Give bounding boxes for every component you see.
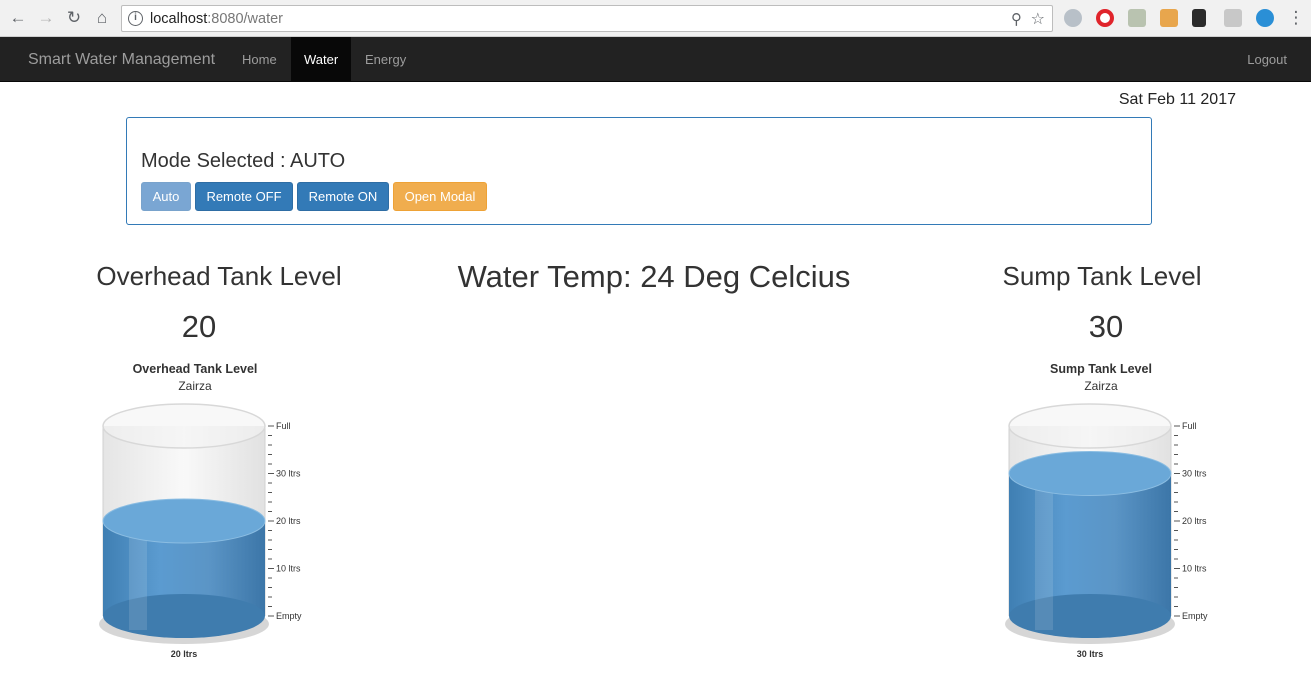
water-temp: Water Temp: 24 Deg Celcius bbox=[457, 259, 851, 294]
sump-heading: Sump Tank Level bbox=[1002, 261, 1202, 291]
nav-home[interactable]: Home bbox=[229, 37, 290, 82]
url-host: localhost bbox=[150, 11, 208, 27]
scale-label-10: 10 ltrs bbox=[276, 564, 301, 574]
back-icon[interactable]: ← bbox=[8, 8, 28, 28]
mode-label: Mode Selected : AUTO bbox=[141, 150, 346, 172]
tank-value-label: 30 ltrs bbox=[1077, 649, 1104, 659]
tank-water-surface bbox=[102, 498, 266, 544]
scale-label-full: Full bbox=[276, 421, 291, 431]
bookmark-star-icon[interactable]: ☆ bbox=[1031, 9, 1045, 29]
home-icon[interactable]: ⌂ bbox=[92, 8, 112, 28]
extension-satellite-icon[interactable] bbox=[1064, 9, 1082, 27]
scale-label-20: 20 ltrs bbox=[276, 516, 301, 526]
overhead-tank-svg: Empty 10 ltrs 20 ltrs 30 ltrs Full 20 ltrs bbox=[99, 403, 302, 659]
logout-link[interactable]: Logout bbox=[1247, 37, 1287, 82]
url-text: localhost:8080/water bbox=[150, 11, 283, 27]
extension-swirl-icon[interactable] bbox=[1256, 9, 1274, 27]
overhead-tank-gauge: Overhead Tank Level Zairza Empty 10 ltrs 2… bbox=[85, 360, 305, 665]
extension-briefcase-icon[interactable] bbox=[1224, 9, 1242, 27]
brand[interactable]: Smart Water Management bbox=[28, 51, 215, 69]
tank-water-bottom bbox=[1009, 594, 1171, 638]
sump-tank-gauge: Sump Tank Level Zairza Empty 10 ltrs 20 lt… bbox=[991, 360, 1211, 665]
remote-off-button[interactable]: Remote OFF bbox=[195, 182, 293, 211]
forward-icon[interactable]: → bbox=[36, 8, 56, 28]
nav-water[interactable]: Water bbox=[291, 37, 352, 82]
android-icon[interactable] bbox=[1128, 9, 1146, 27]
scale-label-empty: Empty bbox=[276, 611, 302, 621]
scale-label-30: 30 ltrs bbox=[1182, 469, 1207, 479]
zoom-icon[interactable]: ⚲ bbox=[1011, 10, 1022, 28]
overhead-value: 20 bbox=[181, 309, 217, 344]
extension-face-icon[interactable] bbox=[1160, 9, 1178, 27]
tank-rim bbox=[1008, 403, 1172, 449]
tank-water-surface bbox=[1008, 451, 1172, 496]
current-date: Sat Feb 11 2017 bbox=[1118, 91, 1236, 108]
tank-water-bottom bbox=[103, 594, 265, 638]
opera-icon[interactable] bbox=[1096, 9, 1114, 27]
scale-label-10: 10 ltrs bbox=[1182, 564, 1207, 574]
info-icon[interactable]: i bbox=[128, 11, 143, 26]
mode-panel: Mode Selected : AUTO Auto Remote OFF Rem… bbox=[126, 117, 1152, 225]
open-modal-button[interactable]: Open Modal bbox=[393, 182, 487, 211]
address-bar[interactable]: i localhost:8080/water ⚲ ☆ bbox=[121, 5, 1053, 32]
scale-label-empty: Empty bbox=[1182, 611, 1208, 621]
tank-value-label: 20 ltrs bbox=[171, 649, 198, 659]
tank-rim bbox=[102, 403, 266, 449]
overhead-heading: Overhead Tank Level bbox=[96, 261, 342, 291]
remote-on-button[interactable]: Remote ON bbox=[297, 182, 389, 211]
sump-tank-svg: Empty 10 ltrs 20 ltrs 30 ltrs Full 30 ltrs bbox=[1005, 403, 1208, 659]
nav-energy[interactable]: Energy bbox=[352, 37, 419, 82]
app-navbar: Smart Water Management Home Water Energy… bbox=[0, 37, 1311, 82]
scale-label-20: 20 ltrs bbox=[1182, 516, 1207, 526]
menu-icon[interactable]: ⋮ bbox=[1286, 8, 1306, 28]
scale-label-full: Full bbox=[1182, 421, 1197, 431]
browser-toolbar: ← → ↻ ⌂ i localhost:8080/water ⚲ ☆ ⋮ bbox=[0, 0, 1311, 37]
url-path: :8080/water bbox=[207, 11, 284, 27]
scale-label-30: 30 ltrs bbox=[276, 469, 301, 479]
auto-button[interactable]: Auto bbox=[141, 182, 191, 211]
reload-icon[interactable]: ↻ bbox=[64, 8, 84, 28]
sump-value: 30 bbox=[1088, 309, 1124, 344]
extension-boot-icon[interactable] bbox=[1192, 9, 1206, 27]
tank-highlight bbox=[1035, 473, 1053, 630]
